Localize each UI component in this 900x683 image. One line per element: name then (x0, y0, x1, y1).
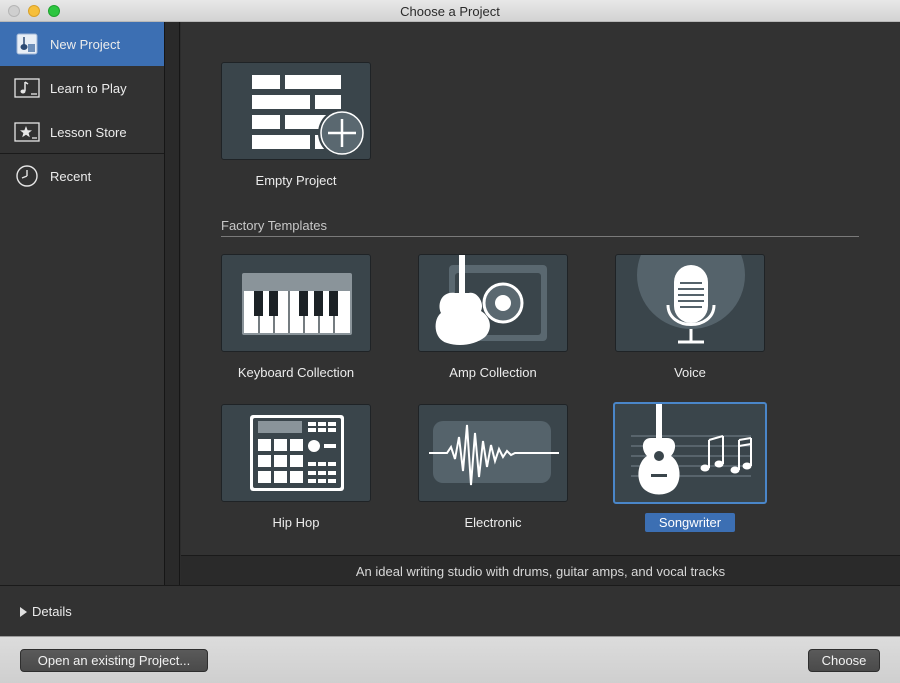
template-label: Keyboard Collection (237, 365, 355, 380)
acoustic-guitar-notes-icon (615, 404, 765, 502)
waveform-icon (419, 421, 567, 501)
sidebar-item-label: Lesson Store (50, 124, 127, 140)
sidebar-item-learn-to-play[interactable]: Learn to Play (0, 66, 164, 110)
clock-icon (14, 165, 40, 187)
piano-keyboard-icon (222, 273, 370, 351)
disclosure-triangle-icon (20, 606, 27, 617)
template-label: Voice (674, 365, 706, 380)
microphone-icon (616, 255, 764, 351)
template-description-bar: An ideal writing studio with drums, guit… (181, 555, 900, 585)
new-project-icon (14, 33, 40, 55)
empty-project-icon (222, 75, 370, 159)
title-bar: Choose a Project (0, 0, 900, 22)
template-label-selected: Songwriter (590, 513, 790, 532)
template-label: Electronic (464, 515, 522, 530)
bottom-bar: Open an existing Project... Choose (0, 636, 900, 683)
sidebar-item-label: Recent (50, 168, 92, 184)
template-tile-songwriter[interactable] (613, 402, 767, 504)
split-view-divider[interactable] (164, 22, 180, 585)
empty-project-label: Empty Project (255, 173, 337, 188)
sidebar-item-label: Learn to Play (50, 80, 127, 96)
choose-button[interactable]: Choose (808, 649, 880, 672)
template-tile-amp-collection[interactable] (418, 254, 568, 352)
sidebar-item-label: New Project (50, 36, 121, 52)
sidebar: New Project Learn to Play Lesson Store R… (0, 22, 164, 585)
section-title: Factory Templates (221, 218, 327, 233)
empty-project-tile[interactable] (221, 62, 371, 160)
template-tile-electronic[interactable] (418, 404, 568, 502)
star-icon (14, 121, 40, 143)
template-tile-keyboard-collection[interactable] (221, 254, 371, 352)
sidebar-item-new-project[interactable]: New Project (0, 22, 164, 66)
template-tile-voice[interactable] (615, 254, 765, 352)
template-tile-hip-hop[interactable] (221, 404, 371, 502)
open-existing-project-button[interactable]: Open an existing Project... (20, 649, 208, 672)
sidebar-item-lesson-store[interactable]: Lesson Store (0, 110, 164, 154)
details-area: Details (0, 585, 900, 636)
template-label: Hip Hop (272, 515, 320, 530)
music-note-icon (14, 77, 40, 99)
project-browser: Empty Project Factory Templates Keyboard… (181, 22, 900, 555)
details-disclosure[interactable]: Details (20, 604, 72, 619)
details-label: Details (32, 604, 72, 619)
guitar-amp-icon (419, 255, 567, 351)
window-title: Choose a Project (400, 4, 500, 19)
drum-machine-icon (222, 415, 370, 501)
template-label: Amp Collection (449, 365, 537, 380)
section-divider (221, 236, 859, 237)
template-label: Songwriter (644, 513, 736, 532)
template-description: An ideal writing studio with drums, guit… (355, 564, 726, 579)
sidebar-item-recent[interactable]: Recent (0, 154, 164, 198)
